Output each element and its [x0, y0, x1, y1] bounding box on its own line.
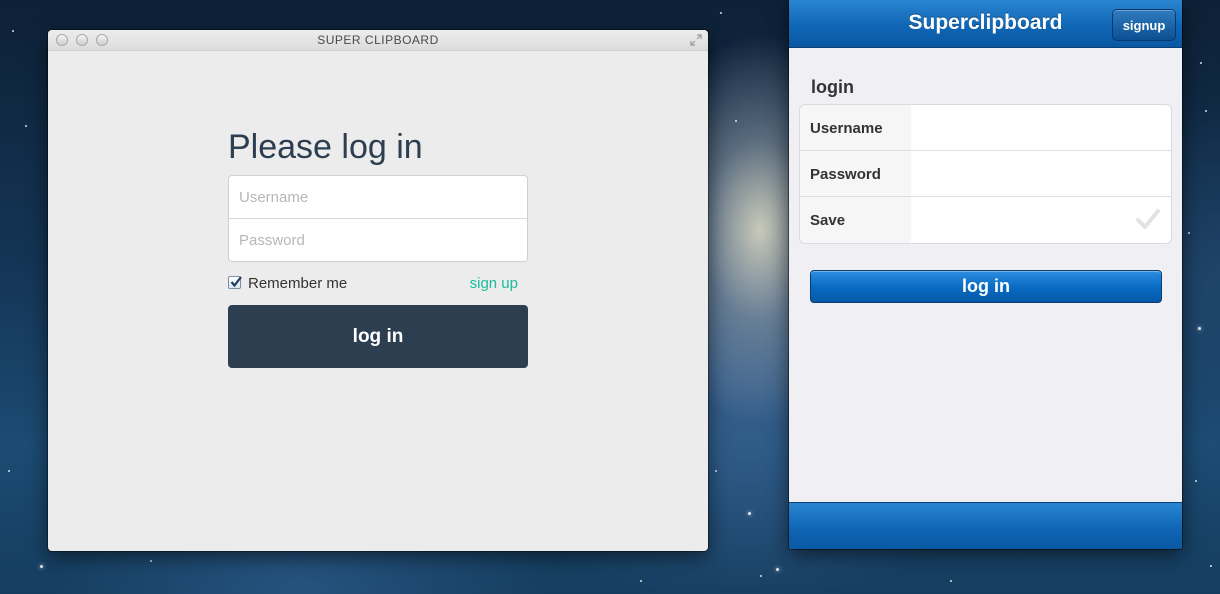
signup-button[interactable]: signup — [1112, 9, 1176, 41]
username-input[interactable] — [229, 176, 527, 218]
remember-me-label: Remember me — [248, 275, 348, 292]
password-input[interactable] — [229, 219, 527, 261]
table-row: Password — [800, 151, 1171, 197]
mobile-username-input[interactable] — [911, 105, 1171, 150]
password-label: Password — [800, 151, 911, 196]
checkmark-icon — [230, 276, 242, 288]
login-form: Please log in Remember me sign up log in — [228, 127, 528, 368]
window-title: SUPER CLIPBOARD — [317, 33, 439, 47]
remember-me-checkbox[interactable] — [228, 276, 242, 289]
mobile-app-panel: Superclipboard signup login Username Pas… — [789, 0, 1182, 549]
username-label: Username — [800, 105, 911, 150]
mobile-footer-toolbar — [789, 502, 1182, 549]
page-title: Please log in — [228, 128, 423, 166]
fullscreen-icon[interactable] — [689, 33, 703, 47]
sign-up-link[interactable]: sign up — [470, 275, 518, 292]
table-row[interactable]: Save — [800, 197, 1171, 243]
remember-row: Remember me sign up — [228, 274, 528, 294]
credentials-fields — [228, 175, 528, 262]
mobile-login-button[interactable]: log in — [810, 270, 1162, 303]
login-section-label: login — [811, 77, 854, 97]
mobile-password-input[interactable] — [911, 151, 1171, 196]
save-label: Save — [800, 197, 911, 243]
mobile-header: Superclipboard signup — [789, 0, 1182, 48]
table-row: Username — [800, 105, 1171, 151]
login-button[interactable]: log in — [228, 305, 528, 368]
desktop-app-window: SUPER CLIPBOARD Please log in Remember m… — [48, 30, 708, 551]
window-titlebar: SUPER CLIPBOARD — [48, 30, 708, 51]
save-checkmark-icon[interactable] — [1135, 207, 1161, 231]
login-table: Username Password Save — [799, 104, 1172, 244]
